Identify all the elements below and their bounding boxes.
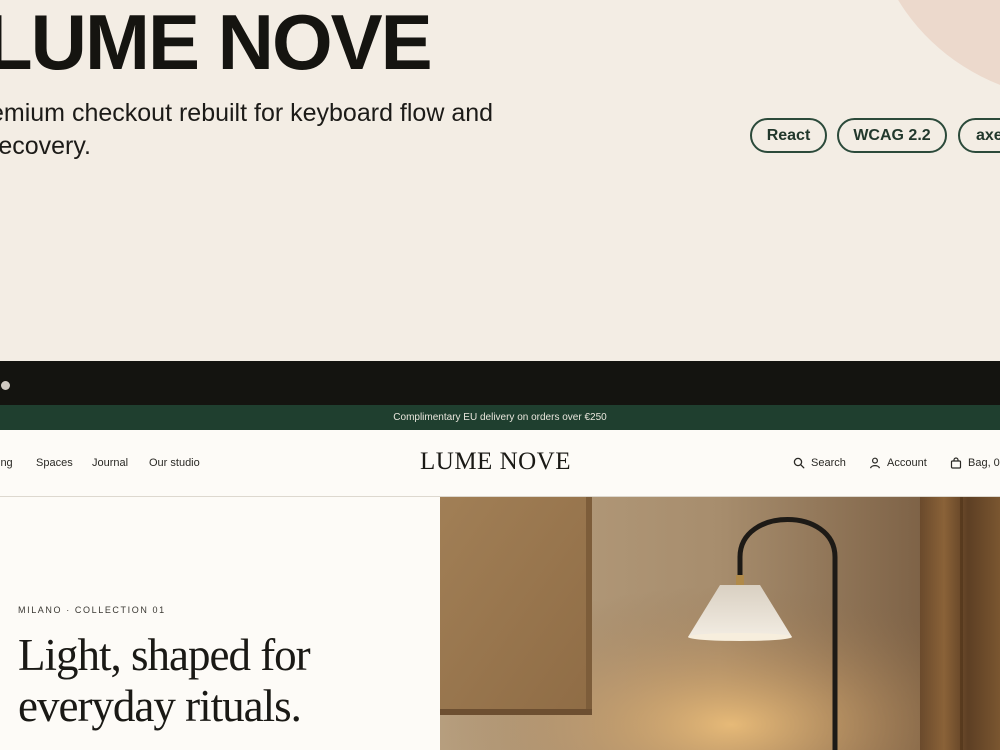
- search-icon: [793, 457, 805, 469]
- hero-lamp-photo: [440, 497, 1000, 750]
- collection-eyebrow: MILANO · COLLECTION 01: [18, 605, 166, 615]
- tag-wcag: WCAG 2.2: [837, 118, 947, 153]
- shopping-bag-icon: [950, 457, 962, 469]
- account-label: Account: [887, 457, 927, 469]
- site-header: ing Spaces Journal Our studio LUME NOVE …: [0, 430, 1000, 497]
- nav-link-journal[interactable]: Journal: [92, 457, 128, 469]
- tag-axe: axe: [958, 118, 1000, 153]
- bag-label: Bag, 0: [968, 457, 1000, 469]
- announcement-bar: Complimentary EU delivery on orders over…: [0, 405, 1000, 430]
- decorative-circle: [870, 0, 1000, 100]
- search-label: Search: [811, 457, 846, 469]
- lamp-scene-illustration: [440, 497, 1000, 750]
- window-control-dot[interactable]: [1, 381, 10, 390]
- browser-frame-bar: [0, 361, 1000, 405]
- hero-headline: Light, shaped for everyday rituals.: [18, 630, 311, 731]
- case-study-title: LUME NOVE: [0, 0, 433, 86]
- nav-link-our-studio[interactable]: Our studio: [149, 457, 200, 469]
- user-icon: [870, 457, 880, 469]
- bag-button[interactable]: Bag, 0: [950, 457, 1000, 471]
- nav-link-lighting[interactable]: ing: [0, 457, 13, 469]
- nav-link-spaces[interactable]: Spaces: [36, 457, 73, 469]
- site-logo[interactable]: LUME NOVE: [420, 448, 571, 476]
- account-button[interactable]: Account: [869, 457, 934, 471]
- case-study-hero: LUME NOVE emium checkout rebuilt for key…: [0, 0, 1000, 361]
- search-button[interactable]: Search: [793, 457, 853, 471]
- case-study-description: emium checkout rebuilt for keyboard flow…: [0, 99, 494, 160]
- tag-react: React: [750, 118, 827, 153]
